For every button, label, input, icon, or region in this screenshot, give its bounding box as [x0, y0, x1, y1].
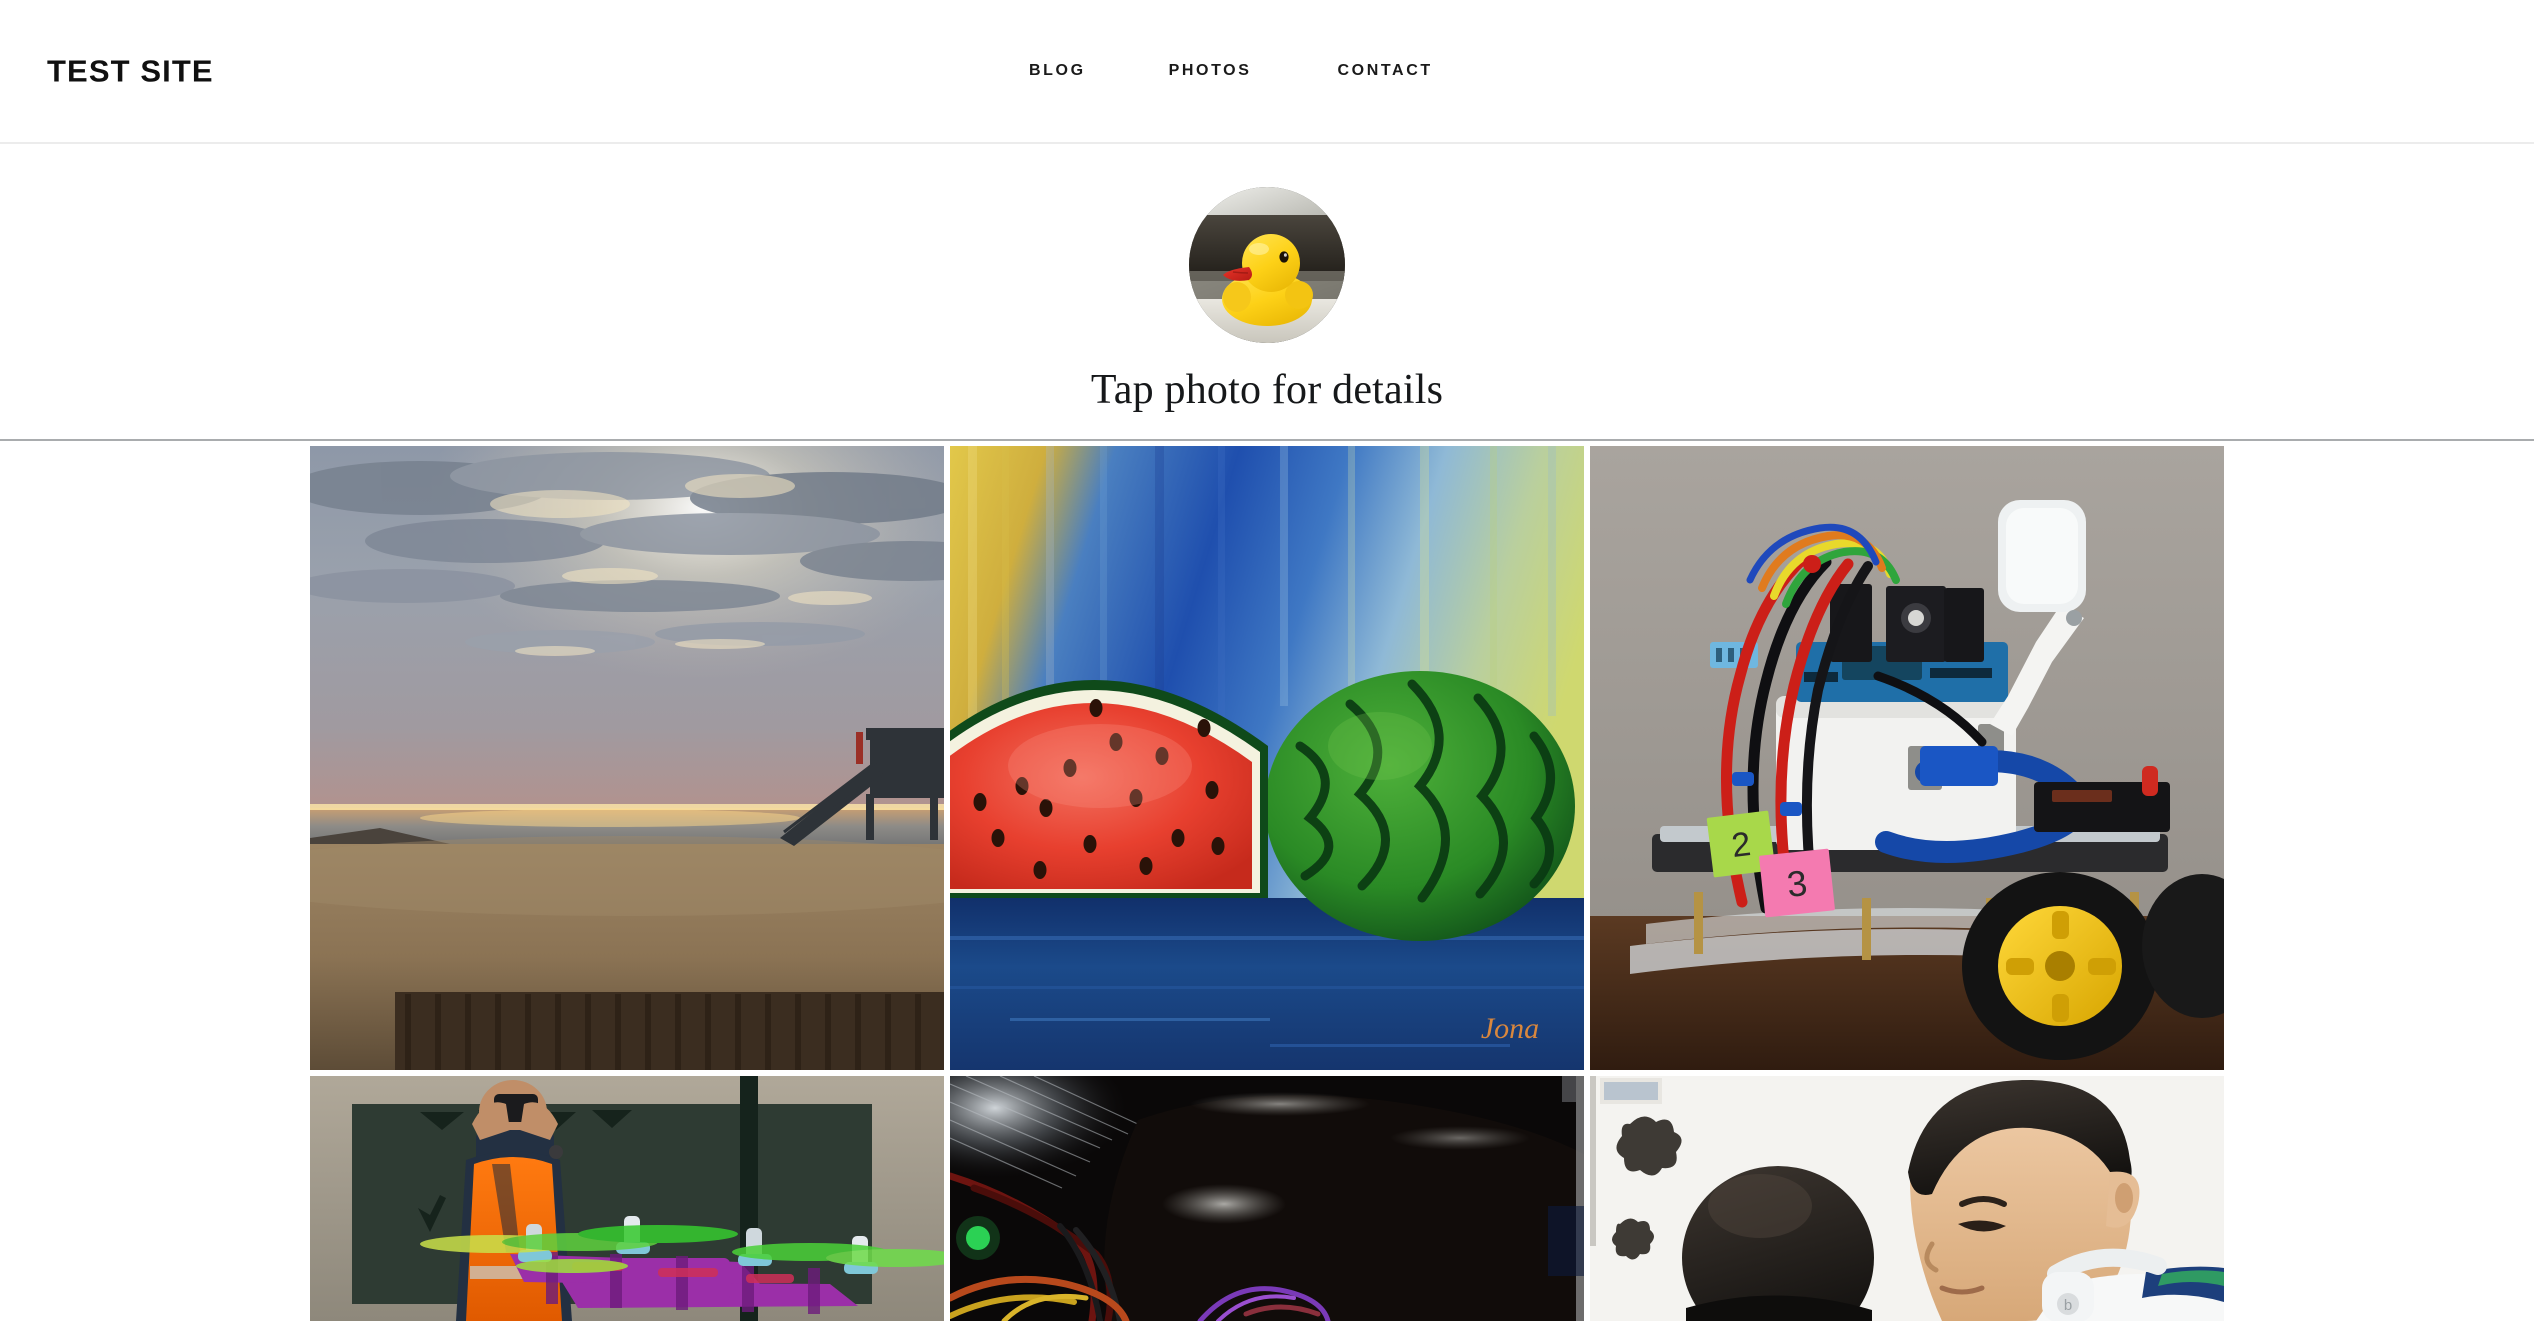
photo-electronics-dark[interactable]: [950, 1076, 1584, 1321]
beach-sunset-image: [310, 446, 944, 1070]
site-title[interactable]: TEST SITE: [47, 56, 214, 87]
gallery-row: Jona 2 3: [0, 446, 2534, 1070]
photo-beach-sunset[interactable]: [310, 446, 944, 1070]
photo-drone-pilot[interactable]: [310, 1076, 944, 1321]
robot-car-image: 2 3: [1590, 446, 2224, 1070]
electronics-dark-image: [950, 1076, 1584, 1321]
intro-section: Tap photo for details: [0, 144, 2534, 441]
students-image: b: [1590, 1076, 2224, 1321]
photo-students[interactable]: b: [1590, 1076, 2224, 1321]
nav-item-photos[interactable]: PHOTOS: [1169, 53, 1252, 89]
painting-signature: Jona: [1481, 1012, 1539, 1045]
drone-pilot-image: [310, 1076, 944, 1321]
svg-text:b: b: [2064, 1297, 2072, 1314]
rubber-duck-avatar-icon: [1189, 187, 1345, 343]
photo-robot-car[interactable]: 2 3: [1590, 446, 2224, 1070]
site-header: TEST SITE BLOG PHOTOS CONTACT: [0, 0, 2534, 144]
svg-text:3: 3: [1785, 862, 1809, 905]
photo-watermelon-painting[interactable]: Jona: [950, 446, 1584, 1070]
photo-gallery: Jona 2 3 b: [0, 441, 2534, 1321]
watermelon-painting-image: Jona: [950, 446, 1584, 1070]
tagline: Tap photo for details: [1090, 367, 1444, 413]
main-navigation: BLOG PHOTOS CONTACT: [1029, 53, 1433, 89]
nav-item-contact[interactable]: CONTACT: [1338, 53, 1433, 89]
gallery-row: b: [0, 1076, 2534, 1321]
nav-item-blog[interactable]: BLOG: [1029, 53, 1086, 89]
sticky-note-3: 3: [1759, 848, 1835, 918]
avatar[interactable]: [1189, 187, 1345, 343]
